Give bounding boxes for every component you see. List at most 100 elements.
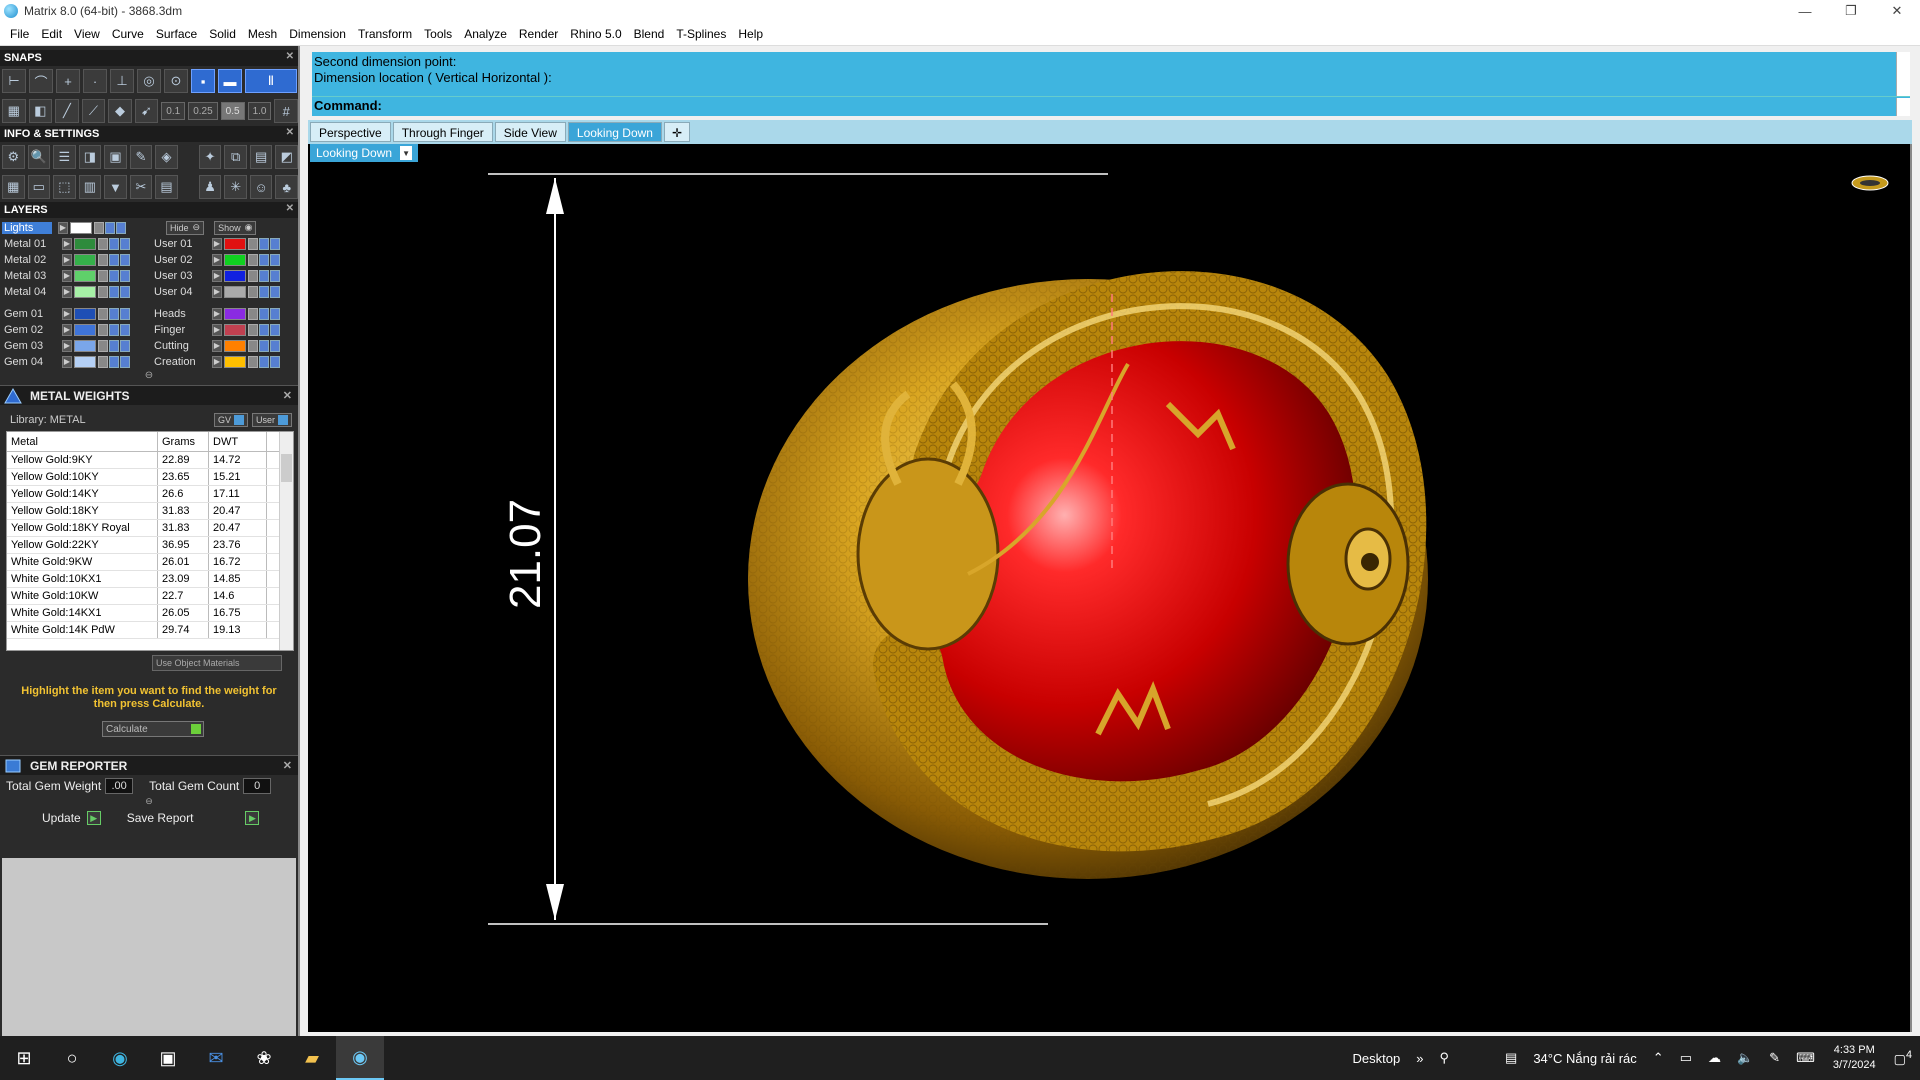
visibility-icon[interactable] — [120, 307, 130, 320]
snap-perp-icon[interactable]: ⊥ — [110, 69, 134, 93]
visibility-icon[interactable] — [259, 237, 269, 250]
layer-row[interactable]: Gem 04 ▶ — [2, 354, 152, 369]
grid-snap-icon[interactable]: # — [274, 99, 299, 123]
view-cube-icon[interactable] — [1850, 174, 1890, 192]
layer-row[interactable]: Metal 04 ▶ — [2, 284, 152, 299]
lock-icon[interactable] — [248, 237, 258, 250]
layer-row[interactable]: User 04 ▶ — [152, 284, 298, 299]
restore-button[interactable]: ❐ — [1828, 0, 1874, 22]
layer-row[interactable]: Metal 02 ▶ — [2, 252, 152, 267]
network-icon[interactable]: ▭ — [1672, 1050, 1700, 1066]
layer-row[interactable]: Cutting ▶ — [152, 338, 298, 353]
arrow-icon[interactable]: ▶ — [62, 355, 72, 368]
ruler-icon[interactable]: ⟋ — [81, 99, 106, 123]
close-icon[interactable]: ✕ — [286, 127, 294, 138]
table-row[interactable]: White Gold:14K PdW 29.74 19.13 — [7, 622, 293, 639]
chevron-icon[interactable]: » — [1408, 1051, 1431, 1066]
layer-row[interactable]: Gem 02 ▶ — [2, 322, 152, 337]
update-button[interactable]: Update ▶ — [42, 811, 101, 825]
menu-view[interactable]: View — [68, 27, 106, 41]
lock-icon[interactable] — [98, 253, 108, 266]
visibility-icon[interactable] — [109, 355, 119, 368]
chevron-up-icon[interactable]: ⌃ — [1645, 1050, 1672, 1066]
command-input[interactable] — [386, 98, 1896, 114]
layer-swatch[interactable] — [74, 269, 96, 282]
monitor-icon[interactable]: ▭ — [27, 175, 51, 199]
pen-icon[interactable]: ✎ — [1761, 1050, 1788, 1066]
layer-icon[interactable]: ◧ — [28, 99, 53, 123]
menu-file[interactable]: File — [4, 27, 35, 41]
visibility-icon[interactable] — [120, 339, 130, 352]
lock-icon[interactable] — [248, 355, 258, 368]
layer-swatch[interactable] — [224, 307, 246, 320]
tab-perspective[interactable]: Perspective — [310, 122, 391, 142]
arrow-icon[interactable]: ▶ — [62, 237, 72, 250]
lock-icon[interactable] — [98, 285, 108, 298]
column-header-grams[interactable]: Grams — [158, 432, 209, 451]
visibility-icon[interactable] — [270, 269, 280, 282]
table-row[interactable]: Yellow Gold:9KY 22.89 14.72 — [7, 452, 293, 469]
menu-solid[interactable]: Solid — [203, 27, 242, 41]
table-row[interactable]: Yellow Gold:22KY 36.95 23.76 — [7, 537, 293, 554]
snap-point-icon[interactable]: + — [56, 69, 80, 93]
visibility-icon[interactable] — [120, 253, 130, 266]
lock-icon[interactable] — [248, 269, 258, 282]
table-row[interactable]: Yellow Gold:18KY 31.83 20.47 — [7, 503, 293, 520]
visibility-icon[interactable] — [259, 307, 269, 320]
layer-swatch[interactable] — [224, 339, 246, 352]
command-input-scrollbar[interactable] — [1896, 98, 1910, 116]
layer-row[interactable]: Gem 01 ▶ — [2, 306, 152, 321]
arrow-icon[interactable]: ▶ — [62, 253, 72, 266]
lock-icon[interactable] — [98, 355, 108, 368]
menu-tsplines[interactable]: T-Splines — [670, 27, 732, 41]
clock[interactable]: 4:33 PM 3/7/2024 — [1823, 1043, 1886, 1073]
table-row[interactable]: Yellow Gold:10KY 23.65 15.21 — [7, 469, 293, 486]
snap-ortho-icon[interactable]: ▪ — [191, 69, 215, 93]
menu-analyze[interactable]: Analyze — [458, 27, 513, 41]
close-icon[interactable]: ✕ — [286, 51, 294, 62]
scroll-thumb[interactable] — [281, 454, 292, 482]
menu-edit[interactable]: Edit — [35, 27, 68, 41]
visibility-icon[interactable] — [109, 307, 119, 320]
visibility-icon[interactable] — [120, 323, 130, 336]
person-icon[interactable]: ☺ — [249, 175, 273, 199]
close-icon[interactable]: ✕ — [283, 389, 292, 402]
snap-value-0[interactable]: 0.1 — [161, 102, 186, 120]
collapse-handle-icon[interactable]: ⊖ — [2, 369, 296, 383]
lock-icon[interactable] — [248, 339, 258, 352]
visibility-icon[interactable] — [259, 323, 269, 336]
lock-icon[interactable] — [248, 253, 258, 266]
edge-browser-icon[interactable]: ◉ — [96, 1036, 144, 1080]
menu-surface[interactable]: Surface — [150, 27, 203, 41]
settings-gear-icon[interactable]: ⚙ — [2, 145, 25, 169]
save-icon[interactable]: ▣ — [104, 145, 127, 169]
weather-icon[interactable]: ▤ — [1497, 1050, 1525, 1066]
pen-icon[interactable]: ╱ — [55, 99, 79, 123]
layer-swatch[interactable] — [74, 307, 96, 320]
calculate-button[interactable]: Calculate — [102, 721, 204, 737]
visibility-icon[interactable] — [109, 285, 119, 298]
menu-help[interactable]: Help — [732, 27, 769, 41]
rhino-icon[interactable]: ❀ — [240, 1036, 288, 1080]
menu-render[interactable]: Render — [513, 27, 564, 41]
layer-swatch[interactable] — [224, 355, 246, 368]
layer-lights[interactable]: Lights ▶ — [2, 220, 152, 235]
close-button[interactable]: ✕ — [1874, 0, 1920, 22]
menu-mesh[interactable]: Mesh — [242, 27, 283, 41]
scissors-icon[interactable]: ✂ — [129, 175, 153, 199]
table-row[interactable]: White Gold:10KW 22.7 14.6 — [7, 588, 293, 605]
mail-icon[interactable]: ✉ — [192, 1036, 240, 1080]
people-icon[interactable]: ⚲ — [1431, 1050, 1457, 1066]
layer-row[interactable]: Metal 03 ▶ — [2, 268, 152, 283]
weather-text[interactable]: 34°C Nắng rải rác — [1525, 1051, 1644, 1066]
layer-swatch[interactable] — [74, 323, 96, 336]
lock-icon[interactable] — [98, 339, 108, 352]
snap-near-icon[interactable]: ⌒ — [29, 69, 53, 93]
menu-dimension[interactable]: Dimension — [283, 27, 352, 41]
diamond-icon[interactable]: ◆ — [108, 99, 132, 123]
minimize-button[interactable]: — — [1782, 0, 1828, 22]
keyboard-icon[interactable]: ⌨ — [1788, 1050, 1823, 1066]
visibility-icon[interactable] — [120, 269, 130, 282]
notification-icon[interactable]: ▢4 — [1886, 1049, 1920, 1067]
snap-value-3[interactable]: 1.0 — [247, 102, 272, 120]
